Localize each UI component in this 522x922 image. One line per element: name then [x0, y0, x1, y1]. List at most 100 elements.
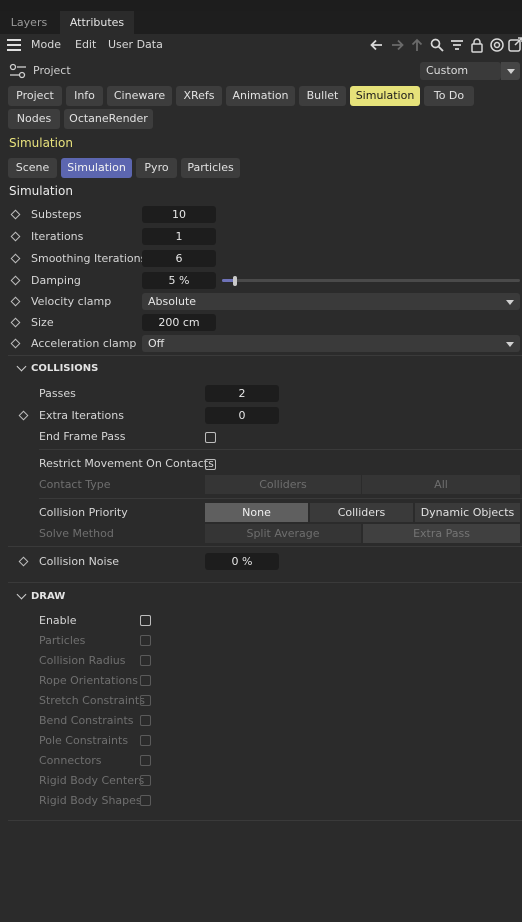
menu-user-data[interactable]: User Data — [108, 36, 163, 54]
keyframe-diamond-icon[interactable] — [10, 209, 21, 220]
menu-edit[interactable]: Edit — [75, 36, 96, 54]
damping-label: Damping — [31, 274, 81, 287]
filter-icon[interactable] — [449, 37, 465, 53]
draw-item-checkbox[interactable] — [140, 775, 151, 786]
acceleration-clamp-label: Acceleration clamp — [31, 337, 137, 350]
subsection-title: Simulation — [9, 184, 73, 198]
tab-xrefs[interactable]: XRefs — [176, 86, 222, 106]
target-icon[interactable] — [489, 37, 505, 53]
end-frame-pass-label: End Frame Pass — [39, 430, 126, 443]
draw-item-checkbox[interactable] — [140, 655, 151, 666]
iterations-label: Iterations — [31, 230, 84, 243]
menu-mode[interactable]: Mode — [31, 36, 61, 54]
arrow-right-icon[interactable] — [389, 37, 405, 53]
draw-item-checkbox[interactable] — [140, 755, 151, 766]
contact-type-all[interactable]: All — [362, 475, 520, 494]
keyframe-diamond-icon[interactable] — [10, 231, 21, 242]
divider — [39, 498, 522, 499]
draw-item-label: Enable — [39, 614, 77, 627]
tab-simulation[interactable]: Simulation — [350, 86, 420, 106]
restrict-movement-label: Restrict Movement On Contacts — [39, 457, 214, 470]
tab-cineware[interactable]: Cineware — [107, 86, 172, 106]
tab-project[interactable]: Project — [8, 86, 62, 106]
draw-item-label: Connectors — [39, 754, 102, 767]
subtab-pyro[interactable]: Pyro — [136, 158, 177, 178]
draw-item-checkbox[interactable] — [140, 795, 151, 806]
draw-item-label: Particles — [39, 634, 86, 647]
collision-noise-label: Collision Noise — [39, 555, 120, 568]
collision-priority-colliders[interactable]: Colliders — [310, 503, 413, 522]
tab-attributes[interactable]: Attributes — [60, 11, 134, 34]
tab-octanerender[interactable]: OctaneRender — [64, 109, 153, 129]
arrow-up-icon[interactable] — [409, 37, 425, 53]
draw-item-checkbox[interactable] — [140, 735, 151, 746]
collision-priority-dynamic-objects[interactable]: Dynamic Objects — [415, 503, 520, 522]
new-window-icon[interactable] — [507, 37, 522, 53]
draw-item-label: Rope Orientations — [39, 674, 138, 687]
divider — [8, 582, 522, 583]
tab-bullet[interactable]: Bullet — [299, 86, 346, 106]
solve-method-label: Solve Method — [39, 527, 114, 540]
damping-slider[interactable] — [222, 279, 520, 282]
substeps-field[interactable]: 10 — [142, 206, 216, 223]
tab-layers[interactable]: Layers — [0, 11, 58, 34]
arrow-left-icon[interactable] — [369, 37, 385, 53]
project-settings-icon — [9, 63, 26, 79]
draw-item-checkbox[interactable] — [140, 675, 151, 686]
tab-info[interactable]: Info — [66, 86, 103, 106]
tab-to-do[interactable]: To Do — [424, 86, 474, 106]
lock-icon[interactable] — [469, 37, 485, 53]
draw-item-checkbox[interactable] — [140, 715, 151, 726]
draw-item-checkbox[interactable] — [140, 695, 151, 706]
iterations-field[interactable]: 1 — [142, 228, 216, 245]
passes-label: Passes — [39, 387, 76, 400]
restrict-movement-checkbox[interactable] — [205, 459, 216, 470]
collapse-chevron-icon[interactable] — [16, 589, 27, 600]
keyframe-diamond-icon[interactable] — [10, 296, 21, 307]
damping-slider-handle[interactable] — [233, 276, 237, 286]
contact-type-colliders[interactable]: Colliders — [205, 475, 361, 494]
collisions-group-title[interactable]: COLLISIONS — [31, 362, 98, 376]
draw-item-label: Collision Radius — [39, 654, 126, 667]
draw-group-title[interactable]: DRAW — [31, 590, 65, 604]
damping-field[interactable]: 5 % — [142, 272, 216, 289]
keyframe-diamond-icon[interactable] — [10, 275, 21, 286]
section-title: Simulation — [9, 136, 73, 150]
collision-noise-field[interactable]: 0 % — [205, 553, 279, 570]
solve-method-split-average[interactable]: Split Average — [205, 524, 361, 543]
keyframe-diamond-icon[interactable] — [10, 338, 21, 349]
substeps-label: Substeps — [31, 208, 82, 221]
keyframe-diamond-icon[interactable] — [10, 317, 21, 328]
draw-item-label: Pole Constraints — [39, 734, 129, 747]
divider — [8, 546, 522, 547]
acceleration-clamp-dropdown[interactable]: Off — [142, 335, 520, 352]
collision-priority-label: Collision Priority — [39, 506, 128, 519]
size-label: Size — [31, 316, 54, 329]
preset-dropdown[interactable]: Custom — [420, 62, 501, 80]
extra-iterations-field[interactable]: 0 — [205, 407, 279, 424]
keyframe-diamond-icon[interactable] — [18, 410, 29, 421]
end-frame-pass-checkbox[interactable] — [205, 432, 216, 443]
subtab-particles[interactable]: Particles — [181, 158, 240, 178]
tab-animation[interactable]: Animation — [226, 86, 295, 106]
divider — [39, 449, 522, 450]
keyframe-diamond-icon[interactable] — [10, 253, 21, 264]
hamburger-menu-icon[interactable] — [7, 39, 21, 51]
title-strip — [0, 0, 522, 11]
smoothing-iterations-field[interactable]: 6 — [142, 250, 216, 267]
size-field[interactable]: 200 cm — [142, 314, 216, 331]
solve-method-extra-pass[interactable]: Extra Pass — [363, 524, 520, 543]
subtab-scene[interactable]: Scene — [8, 158, 57, 178]
passes-field[interactable]: 2 — [205, 385, 279, 402]
draw-item-checkbox[interactable] — [140, 635, 151, 646]
tab-nodes[interactable]: Nodes — [8, 109, 60, 129]
search-icon[interactable] — [429, 37, 445, 53]
draw-item-checkbox[interactable] — [140, 615, 151, 626]
divider — [8, 820, 522, 821]
keyframe-diamond-icon[interactable] — [18, 556, 29, 567]
collision-priority-none[interactable]: None — [205, 503, 308, 522]
subtab-simulation[interactable]: Simulation — [61, 158, 132, 178]
collapse-chevron-icon[interactable] — [16, 361, 27, 372]
velocity-clamp-dropdown[interactable]: Absolute — [142, 293, 520, 310]
divider — [8, 355, 522, 356]
